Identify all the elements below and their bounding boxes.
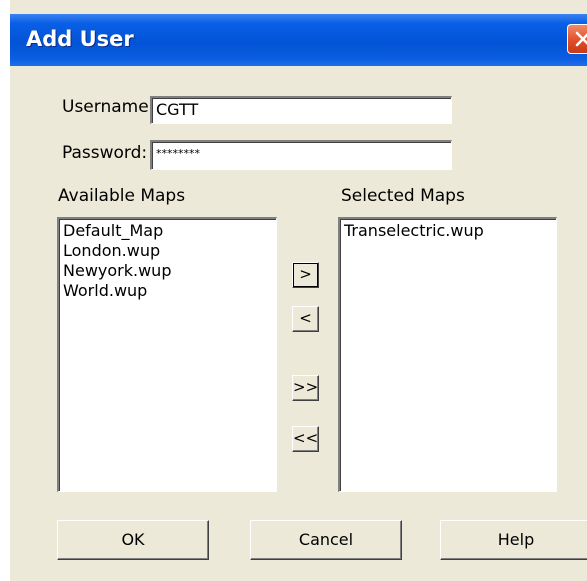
add-user-dialog: Add User Username: CGTT Password: ******… bbox=[0, 0, 587, 581]
available-maps-label: Available Maps bbox=[58, 186, 186, 206]
list-item[interactable]: World.wup bbox=[63, 281, 272, 301]
password-field[interactable]: ******** bbox=[150, 140, 452, 170]
list-item[interactable]: Newyork.wup bbox=[63, 261, 272, 281]
close-button[interactable] bbox=[567, 24, 587, 54]
cancel-button[interactable]: Cancel bbox=[250, 520, 402, 560]
window-title: Add User bbox=[26, 27, 134, 51]
close-icon bbox=[575, 31, 587, 47]
list-item[interactable]: Transelectric.wup bbox=[344, 221, 552, 241]
list-item[interactable]: Default_Map bbox=[63, 221, 272, 241]
password-label: Password: bbox=[62, 143, 148, 163]
username-field[interactable]: CGTT bbox=[150, 96, 452, 124]
selected-maps-list[interactable]: Transelectric.wup bbox=[338, 217, 557, 492]
help-button[interactable]: Help bbox=[440, 520, 587, 560]
add-all-maps-button[interactable]: >> bbox=[292, 375, 319, 401]
ok-button[interactable]: OK bbox=[57, 520, 209, 560]
left-edge bbox=[0, 0, 10, 581]
remove-all-maps-button[interactable]: << bbox=[292, 426, 319, 452]
title-bar[interactable]: Add User bbox=[10, 14, 587, 66]
selected-maps-label: Selected Maps bbox=[341, 186, 465, 206]
dialog-body: Username: CGTT Password: ******** Availa… bbox=[22, 66, 587, 581]
add-map-button[interactable]: > bbox=[292, 262, 319, 288]
available-maps-list[interactable]: Default_Map London.wup Newyork.wup World… bbox=[57, 217, 277, 492]
username-label: Username: bbox=[62, 97, 155, 117]
list-item[interactable]: London.wup bbox=[63, 241, 272, 261]
remove-map-button[interactable]: < bbox=[292, 306, 319, 332]
